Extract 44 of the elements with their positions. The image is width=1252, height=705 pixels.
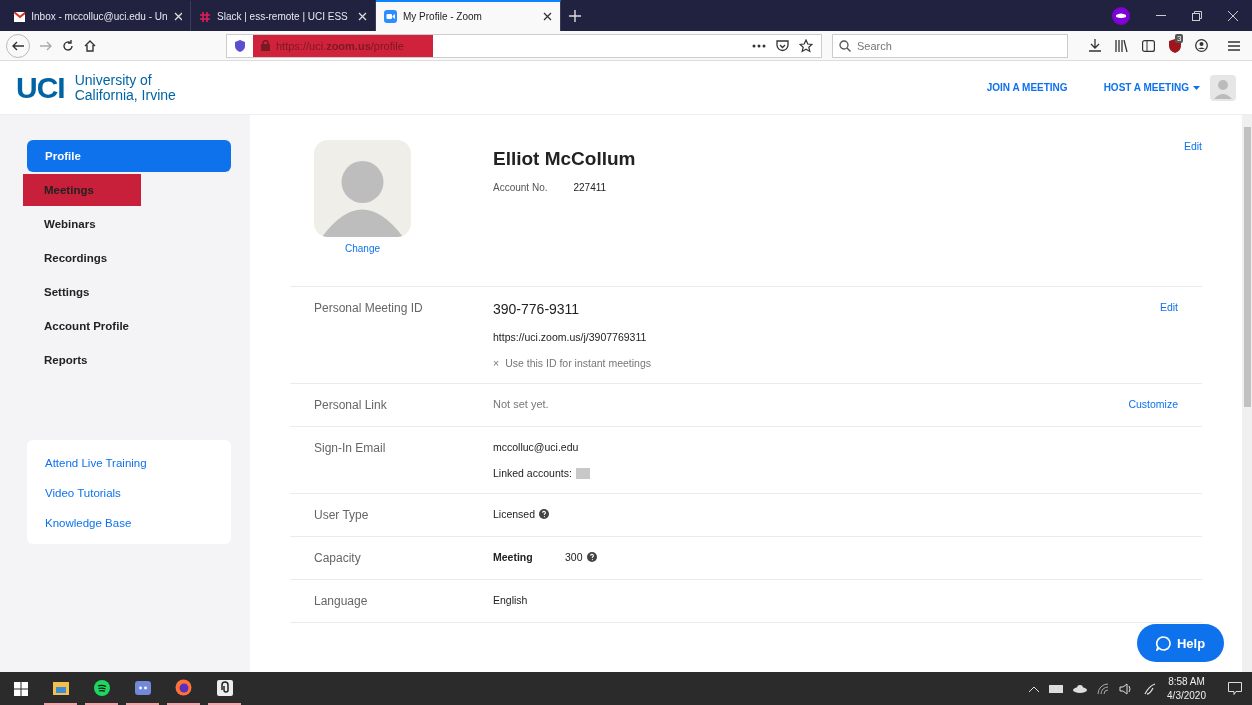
help-link[interactable]: Knowledge Base	[45, 508, 231, 538]
field-value: Licensed	[493, 508, 536, 520]
linked-accounts-label: Linked accounts:	[493, 467, 572, 479]
profile-name: Elliot McCollum	[493, 148, 637, 170]
field-label: Sign-In Email	[314, 441, 387, 457]
nav-link[interactable]: JOIN A MEETING	[986, 82, 1068, 93]
account-number: 227411	[573, 182, 607, 193]
sidebar-item[interactable]: Meetings	[23, 174, 141, 206]
field-label: User Type	[314, 508, 370, 522]
help-link[interactable]: Attend Live Training	[45, 448, 231, 478]
field-value: mccolluc@uci.edu	[493, 441, 580, 453]
sidebar-item[interactable]: Recordings	[23, 242, 223, 274]
logo-mark[interactable]: UCI	[16, 70, 65, 105]
help-button[interactable]: Help	[1137, 624, 1224, 662]
edit-link[interactable]: Edit	[1183, 140, 1202, 286]
logo-text: California, Irvine	[74, 87, 176, 103]
sidebar-item[interactable]: Account Profile	[23, 310, 223, 342]
field-value: Not set yet.	[493, 398, 550, 410]
field-label: Personal Link	[314, 398, 388, 412]
sidebar-item[interactable]: Settings	[23, 276, 223, 308]
extension-badge: 3	[1175, 33, 1184, 43]
action-link[interactable]: Customize	[1128, 398, 1178, 412]
help-link[interactable]: Video Tutorials	[45, 478, 231, 508]
clock[interactable]: 8:58 AM 4/3/2020	[1167, 674, 1206, 703]
option-text: Use this ID for instant meetings	[505, 357, 652, 369]
field-value: https://uci.zoom.us/j/3907769311	[493, 331, 648, 343]
sidebar-item[interactable]: Profile	[27, 140, 231, 172]
sidebar-item[interactable]: Webinars	[23, 208, 223, 240]
logo-text: University of	[74, 72, 153, 88]
browser-tab[interactable]: My Profile - Zoom	[376, 0, 561, 31]
field-label: Personal Meeting ID	[314, 301, 424, 317]
search-field[interactable]: Search	[832, 33, 1068, 58]
account-label: Account No.	[493, 182, 548, 193]
nav-link[interactable]: HOST A MEETING	[1103, 82, 1200, 93]
capacity-label: Meeting	[493, 551, 534, 563]
capacity-value: 300	[565, 551, 583, 563]
field-label: Language	[314, 594, 369, 608]
cross-mark: ×	[493, 357, 500, 369]
meeting-id: 390-776-9311	[493, 301, 581, 317]
change-link[interactable]: Change	[345, 243, 380, 254]
sidebar-item[interactable]: Reports	[23, 344, 223, 376]
action-link[interactable]: Edit	[1159, 301, 1178, 369]
field-value: English	[493, 594, 529, 606]
field-label: Capacity	[314, 551, 362, 565]
